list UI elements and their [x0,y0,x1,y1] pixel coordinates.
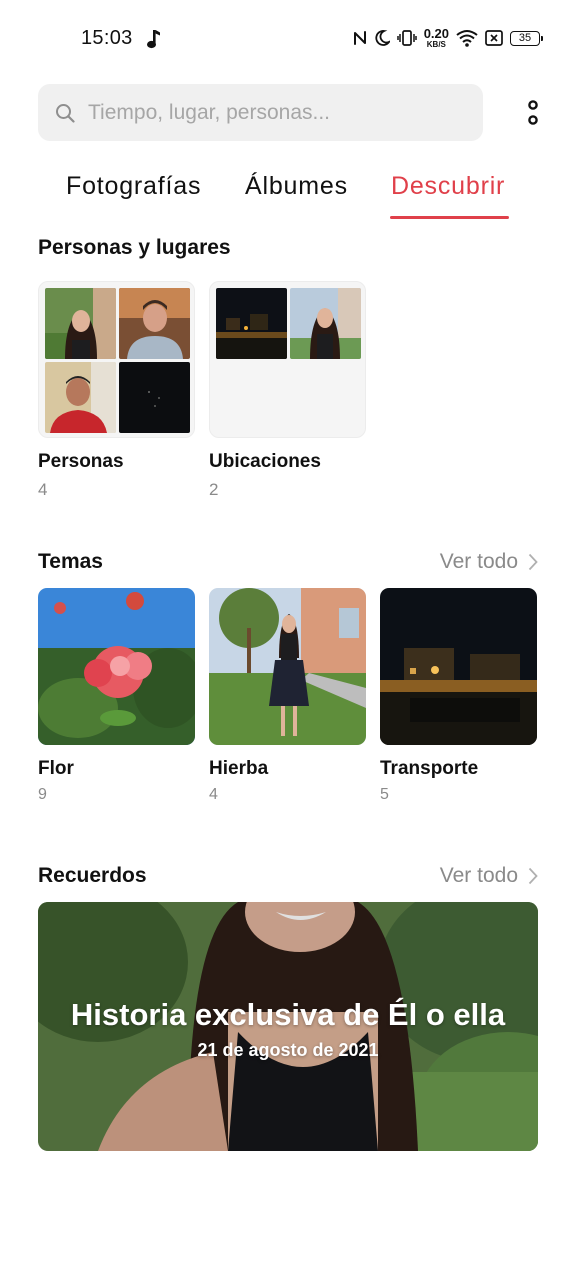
network-speed-value: 0.20 [423,26,449,41]
status-bar: 15:03 0.20 KB/S 35 [0,0,576,76]
people-places-title: Personas y lugares [38,236,231,259]
theme-card-grass[interactable] [209,588,366,745]
person-thumbnail [119,288,190,359]
status-time: 15:03 [81,27,133,49]
theme-card-flower[interactable] [38,588,195,745]
battery-level: 35 [518,32,532,44]
themes-title: Temas [38,550,103,573]
status-icons: 0.20 KB/S 35 [353,26,543,50]
music-note-icon [145,28,161,50]
people-label: Personas [38,451,124,472]
chevron-right-icon [528,553,538,571]
wifi-icon [456,29,478,47]
locations-label: Ubicaciones [209,451,321,472]
people-card[interactable] [38,281,195,438]
theme-label-grass: Hierba [209,758,269,779]
memories-see-all-link[interactable]: Ver todo [440,864,538,888]
battery-icon: 35 [510,30,543,46]
memory-date: 21 de agosto de 2021 [197,1040,379,1060]
memory-title: Historia exclusiva de Él o ella [70,997,506,1032]
active-tab-indicator [390,216,509,219]
theme-label-flower: Flor [38,758,74,779]
tab-photos[interactable]: Fotografías [66,172,201,201]
memories-see-all-label: Ver todo [439,864,518,887]
theme-count-transport: 5 [380,786,389,803]
theme-count-flower: 9 [38,786,47,803]
location-thumbnail [216,288,287,359]
network-speed: 0.20 KB/S [424,27,449,49]
moon-icon [374,29,390,47]
people-count: 4 [38,480,48,499]
themes-see-all-label: Ver todo [439,550,518,573]
themes-see-all-link[interactable]: Ver todo [440,550,538,574]
nfc-icon [353,29,367,47]
theme-label-transport: Transporte [380,758,479,779]
vibrate-icon [396,29,417,47]
theme-card-transport[interactable] [380,588,537,745]
search-icon [55,103,75,123]
network-speed-unit: KB/S [426,40,446,49]
more-vertical-icon [520,98,546,130]
person-thumbnail [45,288,116,359]
locations-count: 2 [209,480,219,499]
tab-discover[interactable]: Descubrir [391,172,505,201]
memory-card[interactable]: Historia exclusiva de Él o ella 21 de ag… [38,902,538,1151]
person-thumbnail [119,362,190,433]
search-input[interactable] [88,84,468,141]
location-thumbnail [290,288,361,359]
memories-title: Recuerdos [38,864,147,887]
theme-count-grass: 4 [209,786,218,803]
more-options-button[interactable] [520,98,546,130]
tab-bar: Fotografías Álbumes Descubrir [0,166,576,222]
tab-albums[interactable]: Álbumes [245,172,348,201]
locations-card[interactable] [209,281,366,438]
search-bar[interactable] [38,84,483,141]
chevron-right-icon [528,867,538,885]
sim-disabled-icon [485,30,503,46]
person-thumbnail [45,362,116,433]
